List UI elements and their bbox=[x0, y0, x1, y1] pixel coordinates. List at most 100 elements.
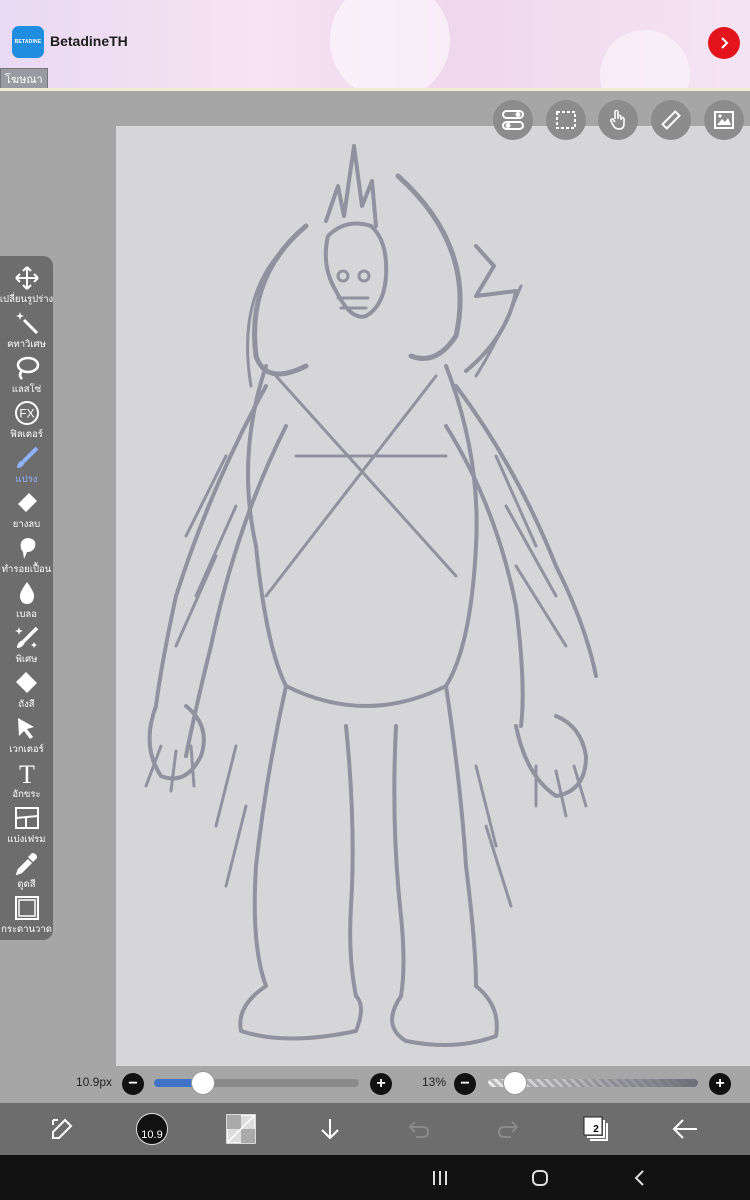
brush-icon bbox=[16, 446, 38, 468]
tool-bucket[interactable]: ถังสี bbox=[0, 667, 53, 712]
touch-button[interactable] bbox=[598, 100, 638, 140]
brush-size-increase-button[interactable]: + bbox=[370, 1073, 392, 1095]
tool-label: คทาวิเศษ bbox=[7, 339, 46, 350]
tool-label: แบ่งเฟรม bbox=[7, 834, 46, 845]
ruler-icon bbox=[661, 110, 681, 130]
ad-decoration bbox=[330, 0, 450, 88]
chevron-left-icon bbox=[634, 1170, 644, 1186]
chevron-right-icon bbox=[721, 37, 729, 49]
ad-open-button[interactable] bbox=[708, 27, 740, 59]
tool-label: ทำรอยเปื้อน bbox=[1, 564, 52, 575]
fx-icon: FX bbox=[14, 401, 39, 425]
vector-cursor-icon bbox=[17, 718, 34, 739]
magic-wand-icon bbox=[15, 312, 38, 335]
fx-text: FX bbox=[19, 407, 34, 421]
tool-label: ดูดสี bbox=[17, 879, 36, 890]
tool-canvas[interactable]: กระดานวาด bbox=[0, 892, 53, 937]
eyedropper-icon bbox=[15, 853, 37, 876]
image-icon bbox=[714, 111, 734, 129]
tool-brush[interactable]: แปรง bbox=[0, 442, 53, 487]
tool-sidebar: เปลี่ยนรูปร่าง คทาวิเศษ แลสโซ่ FX ฟิลเตอ… bbox=[0, 256, 53, 940]
home-icon bbox=[532, 1170, 548, 1186]
tool-label: เบลอ bbox=[16, 609, 37, 620]
eraser-icon bbox=[17, 493, 37, 512]
ad-decoration bbox=[600, 30, 690, 88]
home-button[interactable] bbox=[525, 1165, 555, 1191]
redo-icon bbox=[497, 1121, 519, 1138]
brush-size-preview: 10.9 bbox=[136, 1113, 168, 1145]
drawing-canvas[interactable] bbox=[116, 126, 750, 1066]
transform-menu-button[interactable] bbox=[42, 1109, 82, 1149]
toggle-button[interactable] bbox=[493, 100, 533, 140]
toggle-icon bbox=[502, 110, 524, 130]
tool-transform[interactable]: เปลี่ยนรูปร่าง bbox=[0, 262, 53, 307]
blur-drop-icon bbox=[19, 582, 34, 604]
brush-size-handle[interactable] bbox=[191, 1071, 216, 1095]
selection-icon bbox=[556, 111, 576, 129]
color-swatch-icon bbox=[226, 1114, 256, 1144]
tool-label: ถังสี bbox=[18, 699, 35, 710]
tool-label: เปลี่ยนรูปร่าง bbox=[0, 294, 54, 305]
undo-button[interactable] bbox=[399, 1109, 439, 1149]
brush-size-slider[interactable] bbox=[154, 1079, 359, 1087]
tool-special[interactable]: พิเศษ bbox=[0, 622, 53, 667]
lasso-icon bbox=[16, 356, 39, 380]
tool-label: แปรง bbox=[15, 474, 38, 485]
sketch-drawing bbox=[144, 144, 598, 1047]
frame-divider-icon bbox=[14, 807, 39, 829]
tool-label: แลสโซ่ bbox=[11, 384, 42, 395]
brush-size-button[interactable]: 10.9 bbox=[132, 1109, 172, 1149]
tool-label: พิเศษ bbox=[15, 654, 38, 665]
ad-logo: BETADINE bbox=[12, 26, 44, 58]
undo-icon bbox=[408, 1121, 430, 1138]
ruler-button[interactable] bbox=[651, 100, 691, 140]
tool-label: เวกเตอร์ bbox=[9, 744, 44, 755]
canvas-icon bbox=[14, 896, 39, 920]
back-button[interactable] bbox=[665, 1109, 705, 1149]
tool-frame-divider[interactable]: แบ่งเฟรม bbox=[0, 802, 53, 847]
selection-button[interactable] bbox=[546, 100, 586, 140]
tool-eraser[interactable]: ยางลบ bbox=[0, 487, 53, 532]
image-button[interactable] bbox=[704, 100, 744, 140]
system-navigation-bar bbox=[0, 1155, 750, 1200]
opacity-decrease-button[interactable]: − bbox=[454, 1073, 476, 1095]
color-button[interactable] bbox=[221, 1109, 261, 1149]
brush-size-decrease-button[interactable]: − bbox=[122, 1073, 144, 1095]
bucket-icon bbox=[15, 672, 37, 693]
tool-label: อักขระ bbox=[12, 789, 41, 800]
text-glyph: T bbox=[19, 760, 35, 786]
touch-icon bbox=[610, 109, 625, 130]
layers-count: 2 bbox=[593, 1123, 599, 1135]
smudge-icon bbox=[20, 538, 35, 559]
tool-smudge[interactable]: ทำรอยเปื้อน bbox=[0, 532, 53, 577]
opacity-increase-button[interactable]: + bbox=[709, 1073, 731, 1095]
redo-button[interactable] bbox=[488, 1109, 528, 1149]
system-back-button[interactable] bbox=[625, 1165, 655, 1191]
tool-filter[interactable]: FX ฟิลเตอร์ bbox=[0, 397, 53, 442]
recent-apps-button[interactable] bbox=[425, 1165, 455, 1191]
text-icon: T bbox=[19, 760, 35, 786]
pencil-swap-icon bbox=[52, 1118, 73, 1139]
move-icon bbox=[14, 266, 39, 290]
arrow-left-icon bbox=[672, 1119, 697, 1139]
opacity-handle[interactable] bbox=[503, 1071, 528, 1095]
ad-title: BetadineTH bbox=[50, 33, 128, 49]
special-icon bbox=[14, 626, 38, 648]
tool-label: กระดานวาด bbox=[1, 924, 52, 935]
tool-label: ฟิลเตอร์ bbox=[10, 429, 43, 440]
bottom-toolbar: 10.9 2 bbox=[0, 1103, 750, 1155]
tool-eyedropper[interactable]: ดูดสี bbox=[0, 847, 53, 892]
tool-label: ยางลบ bbox=[12, 519, 41, 530]
opacity-value: 13% bbox=[422, 1075, 447, 1089]
tool-magic-wand[interactable]: คทาวิเศษ bbox=[0, 307, 53, 352]
ad-banner[interactable]: BETADINE BetadineTH โฆษณา bbox=[0, 0, 750, 91]
layers-button[interactable]: 2 bbox=[576, 1109, 616, 1149]
arrow-down-icon bbox=[321, 1119, 339, 1140]
tool-vector[interactable]: เวกเตอร์ bbox=[0, 712, 53, 757]
tool-text[interactable]: T อักขระ bbox=[0, 757, 53, 802]
tool-blur[interactable]: เบลอ bbox=[0, 577, 53, 622]
brush-size-value: 10.9px bbox=[76, 1075, 113, 1089]
download-button[interactable] bbox=[310, 1109, 350, 1149]
recent-apps-icon bbox=[433, 1171, 447, 1185]
tool-lasso[interactable]: แลสโซ่ bbox=[0, 352, 53, 397]
